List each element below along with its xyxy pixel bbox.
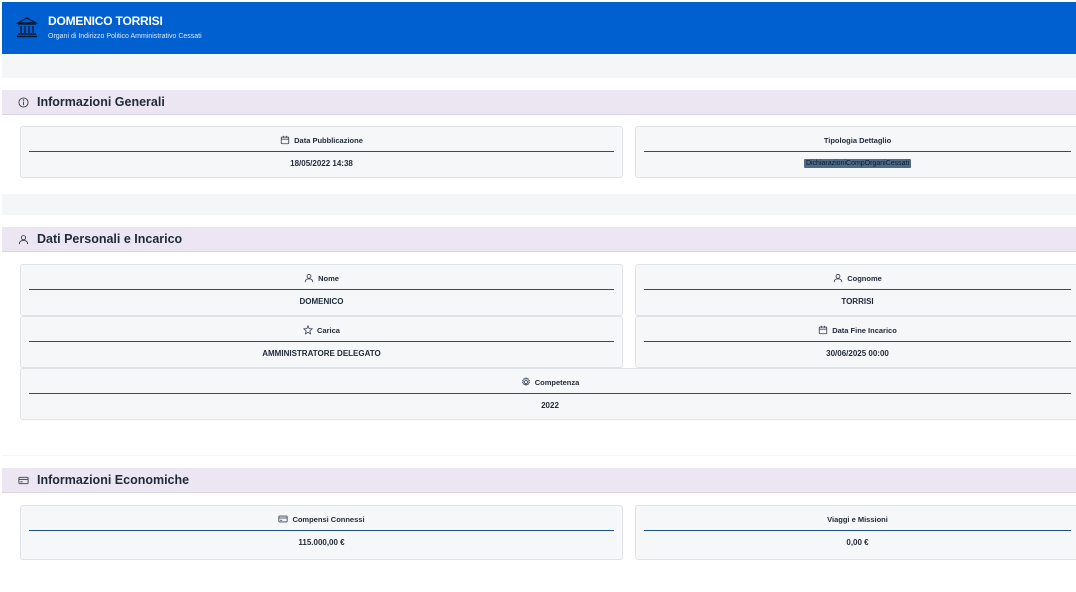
card-competence: Competenza 2022 [20,368,1076,420]
card-label: Data Fine Incarico [832,326,897,335]
card-label: Compensi Connessi [292,515,365,524]
card-label: Competenza [534,378,580,387]
credit-card-icon [278,515,289,523]
info-icon [18,97,29,108]
calendar-icon [280,135,290,145]
person-icon [304,274,314,283]
card-label: Carica [317,326,340,335]
card-surname: Cognome TORRISI [635,264,1076,316]
card-header: Carica [29,325,614,342]
card-travel: Viaggi e Missioni 0,00 € [635,505,1076,560]
card-compensation: Compensi Connessi 115.000,00 € [20,505,623,560]
institution-icon [16,17,38,38]
calendar-icon [819,325,828,335]
credit-card-icon [18,476,29,485]
star-icon [303,325,314,335]
card-label: Tipologia Dettaglio [823,136,892,145]
app-header: DOMENICO TORRISI Organi di Indirizzo Pol… [2,2,1076,54]
person-icon [834,274,843,283]
section-header: Dati Personali e Incarico [2,227,1076,252]
card-value: DOMENICO [299,297,344,306]
card-name: Nome DOMENICO [20,264,623,316]
card-label: Nome [318,274,339,283]
section-personal-data: Dati Personali e Incarico Nome DOMENICO … [2,215,1076,455]
card-header: Data Fine Incarico [644,325,1071,342]
card-value: AMMINISTRATORE DELEGATO [262,349,381,358]
section-economic-info: Informazioni Economiche Compensi Conness… [2,456,1076,592]
section-title: Informazioni Generali [37,95,165,109]
card-role: Carica AMMINISTRATORE DELEGATO [20,316,623,368]
page-subtitle: Organi di Indirizzo Politico Amministrat… [48,33,202,40]
card-header: Compensi Connessi [29,515,614,531]
card-value: 115.000,00 € [298,538,345,547]
section-header: Informazioni Economiche [2,468,1076,493]
card-value: DichiarazioniCompOrganiCessati [644,158,1071,168]
card-label: Viaggi e Missioni [827,515,888,524]
card-header: Cognome [644,274,1071,290]
gear-icon [521,377,530,387]
card-header: Tipologia Dettaglio [644,136,1071,152]
card-header: Nome [29,274,614,290]
card-label: Cognome [847,274,882,283]
type-badge: DichiarazioniCompOrganiCessati [803,159,912,168]
card-value: TORRISI [841,297,874,306]
card-value: 2022 [541,401,559,410]
card-value: 0,00 € [846,538,869,547]
section-header: Informazioni Generali [2,90,1076,115]
section-title: Dati Personali e Incarico [37,232,183,246]
card-end-date: Data Fine Incarico 30/06/2025 00:00 [635,316,1076,368]
person-icon [18,235,29,245]
card-header: Data Pubblicazione [29,135,614,152]
page-title: DOMENICO TORRISI [48,14,163,28]
card-publication-date: Data Pubblicazione 18/05/2022 14:38 [20,126,623,178]
card-value: 30/06/2025 00:00 [826,349,889,358]
card-label: Data Pubblicazione [294,136,363,145]
card-header: Viaggi e Missioni [644,515,1071,531]
card-detail-type: Tipologia Dettaglio DichiarazioniCompOrg… [635,126,1076,178]
card-header: Competenza [29,377,1071,394]
section-title: Informazioni Economiche [37,473,190,487]
section-general-info: Informazioni Generali Data Pubblicazione… [2,78,1076,194]
card-value: 18/05/2022 14:38 [290,159,353,168]
